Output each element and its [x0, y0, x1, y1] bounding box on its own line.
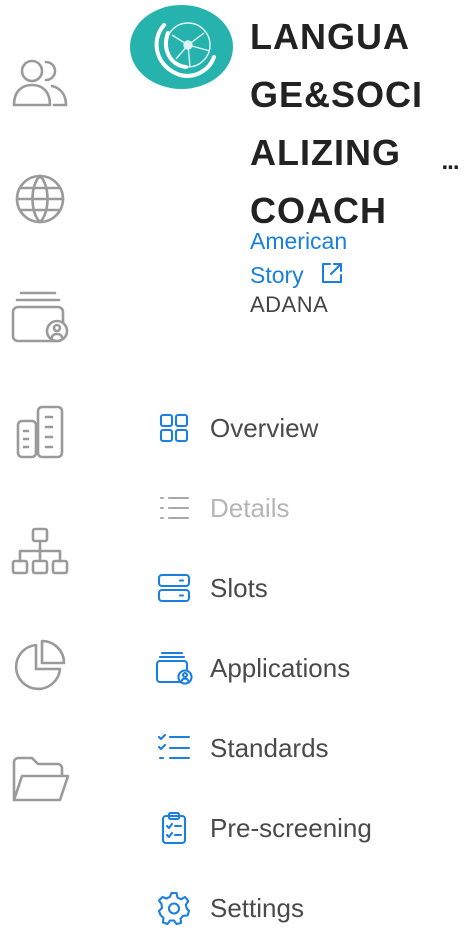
folder-icon[interactable]: [0, 744, 80, 814]
menu-label-settings: Settings: [210, 892, 304, 923]
org-logo: [130, 5, 233, 89]
org-external-link[interactable]: American Story: [250, 224, 390, 292]
pie-chart-icon[interactable]: [0, 630, 80, 700]
grid-icon: [150, 408, 198, 448]
org-chart-icon[interactable]: [0, 518, 80, 588]
more-options-button[interactable]: ...: [436, 147, 464, 177]
menu-label-overview: Overview: [210, 412, 319, 443]
list-icon: [150, 488, 198, 528]
org-title: LANGUAGE&SOCIALIZING COACH: [250, 16, 424, 231]
menu-item-pre-screening[interactable]: Pre-screening: [150, 800, 450, 856]
menu-label-pre-screening: Pre-screening: [210, 812, 372, 843]
menu-item-slots[interactable]: Slots: [150, 560, 450, 616]
menu-label-slots: Slots: [210, 572, 268, 603]
clipboard-check-icon: [150, 808, 198, 848]
org-city: ADANA: [250, 292, 329, 317]
gear-icon: [150, 888, 198, 928]
external-link-icon: [322, 263, 343, 283]
menu-item-applications[interactable]: Applications: [150, 640, 450, 696]
server-icon: [150, 568, 198, 608]
checklist-icon: [150, 728, 198, 768]
menu-label-details: Details: [210, 492, 290, 523]
menu-item-details[interactable]: Details: [150, 480, 450, 536]
menu-item-standards[interactable]: Standards: [150, 720, 450, 776]
buildings-icon[interactable]: [0, 396, 80, 466]
side-rail: [0, 0, 80, 928]
wallet-user-icon: [150, 648, 198, 688]
globe-icon[interactable]: [0, 164, 80, 234]
users-icon[interactable]: [0, 48, 80, 118]
wallet-user-icon[interactable]: [0, 282, 80, 352]
menu-item-overview[interactable]: Overview: [150, 400, 450, 456]
menu-label-applications: Applications: [210, 652, 351, 683]
menu-label-standards: Standards: [210, 732, 329, 763]
